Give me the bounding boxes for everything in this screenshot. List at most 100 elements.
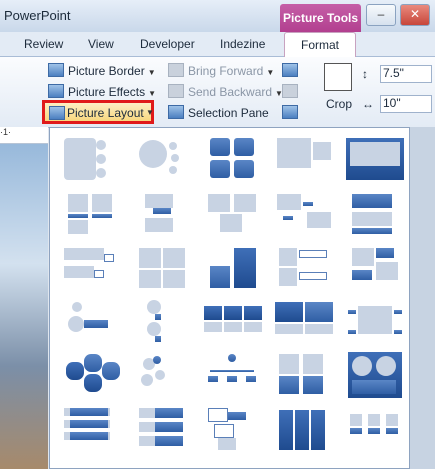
layout-option-28[interactable]	[200, 404, 266, 456]
layout-shape	[210, 138, 230, 156]
close-button[interactable]: ✕	[400, 4, 430, 26]
layout-option-7[interactable]	[129, 188, 195, 240]
picture-placeholder	[68, 316, 84, 332]
picture-border-button[interactable]: Picture Border ▼	[48, 63, 156, 78]
layout-shape	[102, 362, 120, 380]
layout-option-13[interactable]	[200, 242, 266, 294]
layout-shape	[155, 422, 183, 432]
selection-pane-button[interactable]: Selection Pane	[168, 105, 269, 120]
layout-option-30[interactable]	[342, 404, 408, 456]
minimize-button[interactable]: –	[366, 4, 396, 26]
layout-shape	[299, 272, 327, 280]
bring-forward-button[interactable]: Bring Forward ▼	[168, 63, 274, 78]
layout-shape	[295, 410, 309, 450]
selection-pane-icon	[168, 105, 184, 119]
rotate-button[interactable]	[282, 105, 302, 120]
tab-view[interactable]: View	[88, 37, 114, 51]
layout-option-5[interactable]	[342, 134, 408, 186]
layout-option-12[interactable]	[129, 242, 195, 294]
bring-forward-icon	[168, 63, 184, 77]
send-backward-button[interactable]: Send Backward ▼	[168, 84, 283, 99]
crop-button[interactable]: Crop	[326, 97, 352, 111]
picture-tools-context-tab: Picture Tools	[280, 4, 361, 32]
picture-placeholder	[204, 322, 222, 332]
layout-option-3[interactable]	[200, 134, 266, 186]
picture-placeholder	[368, 414, 380, 426]
ribbon-tabs: Review View Developer Indezine Format	[0, 32, 435, 57]
tab-developer[interactable]: Developer	[140, 37, 195, 51]
layout-shape	[386, 428, 398, 434]
picture-placeholder	[313, 142, 331, 160]
picture-placeholder	[244, 322, 262, 332]
layout-shape	[352, 270, 372, 280]
layout-shape	[210, 160, 230, 178]
layout-option-1[interactable]	[58, 134, 124, 186]
layout-option-23[interactable]	[200, 350, 266, 402]
layout-option-14[interactable]	[271, 242, 337, 294]
layout-shape	[228, 354, 236, 362]
tab-format[interactable]: Format	[284, 32, 357, 57]
layout-shape	[214, 424, 234, 438]
picture-effects-button[interactable]: Picture Effects ▼	[48, 84, 156, 99]
width-field[interactable]: 10"	[380, 95, 432, 113]
layout-option-11[interactable]	[58, 242, 124, 294]
layout-option-29[interactable]	[271, 404, 337, 456]
picture-placeholder	[376, 262, 398, 280]
layout-option-17[interactable]	[129, 296, 195, 348]
layout-option-6[interactable]	[58, 188, 124, 240]
layout-option-10[interactable]	[342, 188, 408, 240]
group-button[interactable]	[282, 84, 302, 99]
picture-placeholder	[139, 248, 161, 268]
slide-background	[410, 127, 435, 469]
picture-layout-icon	[49, 106, 65, 120]
layout-shape	[104, 254, 114, 262]
layout-shape	[70, 420, 108, 428]
ruler: ·1·	[0, 127, 48, 144]
width-icon: ↔	[362, 97, 374, 111]
layout-shape	[394, 330, 402, 334]
layout-option-25[interactable]	[342, 350, 408, 402]
layout-option-26[interactable]	[58, 404, 124, 456]
layout-shape	[234, 138, 254, 156]
picture-effects-label: Picture Effects	[68, 85, 146, 99]
picture-placeholder	[279, 268, 297, 286]
height-icon: ↕	[362, 67, 368, 81]
layout-option-2[interactable]	[129, 134, 195, 186]
layout-shape	[155, 408, 183, 418]
layout-option-8[interactable]	[200, 188, 266, 240]
layout-option-22[interactable]	[129, 350, 195, 402]
picture-layout-button[interactable]: Picture Layout ▼	[42, 100, 154, 124]
layout-option-27[interactable]	[129, 404, 195, 456]
layout-option-9[interactable]	[271, 188, 337, 240]
layout-option-15[interactable]	[342, 242, 408, 294]
picture-placeholder	[350, 142, 400, 166]
picture-placeholder	[234, 194, 256, 212]
layout-shape	[305, 302, 333, 322]
layout-shape	[208, 376, 218, 382]
layout-shape	[350, 428, 362, 434]
picture-border-icon	[48, 63, 64, 77]
chevron-down-icon: ▼	[266, 68, 275, 77]
height-field[interactable]: 7.5"	[380, 65, 432, 83]
layout-shape	[283, 216, 293, 220]
tab-review[interactable]: Review	[24, 37, 63, 51]
layout-shape	[155, 314, 161, 320]
picture-placeholder	[208, 194, 230, 212]
picture-placeholder	[139, 436, 155, 446]
layout-option-4[interactable]	[271, 134, 337, 186]
layout-option-16[interactable]	[58, 296, 124, 348]
align-button[interactable]	[282, 63, 302, 78]
layout-shape	[224, 306, 242, 320]
layout-option-20[interactable]	[342, 296, 408, 348]
picture-placeholder	[68, 194, 88, 212]
layout-option-24[interactable]	[271, 350, 337, 402]
layout-option-19[interactable]	[271, 296, 337, 348]
picture-placeholder	[72, 302, 82, 312]
tab-indezine[interactable]: Indezine	[220, 37, 265, 51]
layout-shape	[210, 370, 254, 372]
picture-placeholder	[171, 154, 179, 162]
picture-layout-gallery	[49, 127, 410, 469]
layout-shape	[68, 214, 88, 218]
layout-option-18[interactable]	[200, 296, 266, 348]
layout-option-21[interactable]	[58, 350, 124, 402]
